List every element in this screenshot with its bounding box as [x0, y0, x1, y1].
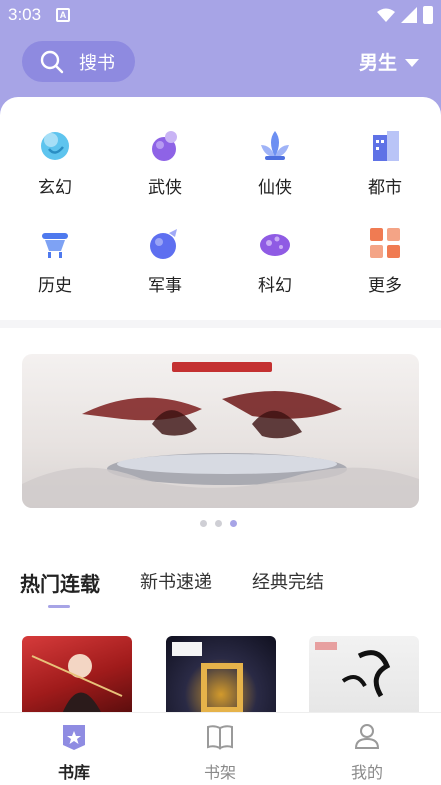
wifi-icon — [377, 8, 395, 22]
tab-classic-complete[interactable]: 经典完结 — [252, 568, 324, 597]
nav-profile[interactable]: 我的 — [327, 721, 407, 783]
category-label: 科幻 — [258, 276, 292, 296]
search-icon — [40, 50, 64, 74]
bookshelf-icon — [207, 725, 233, 750]
category-card: 玄幻 武侠 仙侠 都市 历史 军事 科幻 更多 — [0, 97, 441, 322]
xianxia-icon — [261, 131, 289, 160]
tab-indicator — [48, 605, 70, 608]
category-history[interactable]: 历史 — [10, 225, 100, 296]
book-cover-art — [31, 654, 123, 714]
category-label: 更多 — [368, 276, 402, 296]
nav-label: 书库 — [57, 763, 90, 782]
history-icon — [42, 233, 68, 258]
category-scifi[interactable]: 科幻 — [230, 225, 320, 296]
fantasy-icon — [41, 132, 69, 160]
library-icon — [63, 725, 85, 750]
category-label: 军事 — [148, 276, 182, 296]
more-icon — [370, 228, 400, 258]
signal-icon — [401, 7, 417, 23]
category-military[interactable]: 军事 — [120, 225, 210, 296]
status-icons — [377, 6, 433, 24]
scifi-icon — [260, 234, 290, 256]
tab-new-books[interactable]: 新书速递 — [140, 568, 212, 597]
gender-selector[interactable]: 男生 — [359, 48, 419, 75]
book-cover[interactable] — [309, 636, 419, 714]
search-button[interactable]: 搜书 — [22, 41, 135, 82]
category-label: 玄幻 — [38, 178, 72, 198]
book-cover[interactable] — [22, 636, 132, 714]
profile-icon — [354, 724, 380, 749]
nav-label: 书架 — [203, 763, 236, 782]
banner-artwork — [22, 391, 419, 508]
category-martial-arts[interactable]: 武侠 — [120, 127, 210, 198]
category-label: 历史 — [38, 276, 72, 296]
status-time: 3:03 — [8, 5, 42, 24]
martial-arts-icon — [152, 131, 177, 161]
category-fantasy[interactable]: 玄幻 — [10, 127, 100, 198]
category-more[interactable]: 更多 — [340, 225, 430, 296]
military-icon — [150, 229, 177, 259]
book-cover-art — [315, 642, 391, 698]
book-tabs: 热门连载 新书速递 经典完结 — [20, 568, 364, 597]
book-cover[interactable] — [166, 636, 276, 714]
pagination-dot[interactable] — [215, 520, 222, 527]
category-label: 都市 — [368, 178, 402, 198]
nav-label: 我的 — [350, 763, 383, 782]
nav-library[interactable]: 书库 — [34, 721, 114, 783]
status-bar: 3:03 A — [0, 0, 441, 30]
notification-icon: A — [56, 8, 70, 22]
city-icon — [373, 131, 399, 161]
category-label: 武侠 — [148, 178, 182, 198]
bottom-navigation: 书库 书架 我的 — [0, 712, 441, 785]
battery-icon — [423, 6, 433, 24]
pagination-dot[interactable] — [200, 520, 207, 527]
gender-label: 男生 — [358, 52, 397, 74]
section-divider — [0, 320, 441, 328]
search-label: 搜书 — [79, 52, 115, 74]
nav-bookshelf[interactable]: 书架 — [180, 721, 260, 783]
tab-hot-serial[interactable]: 热门连载 — [20, 568, 100, 597]
category-xianxia[interactable]: 仙侠 — [230, 127, 320, 198]
book-cover-art — [172, 642, 243, 713]
promo-banner[interactable] — [22, 354, 419, 508]
category-city[interactable]: 都市 — [340, 127, 430, 198]
pagination-dot-active[interactable] — [230, 520, 237, 527]
category-label: 仙侠 — [258, 178, 292, 198]
caret-down-icon — [405, 58, 419, 67]
banner-pagination — [200, 520, 237, 527]
